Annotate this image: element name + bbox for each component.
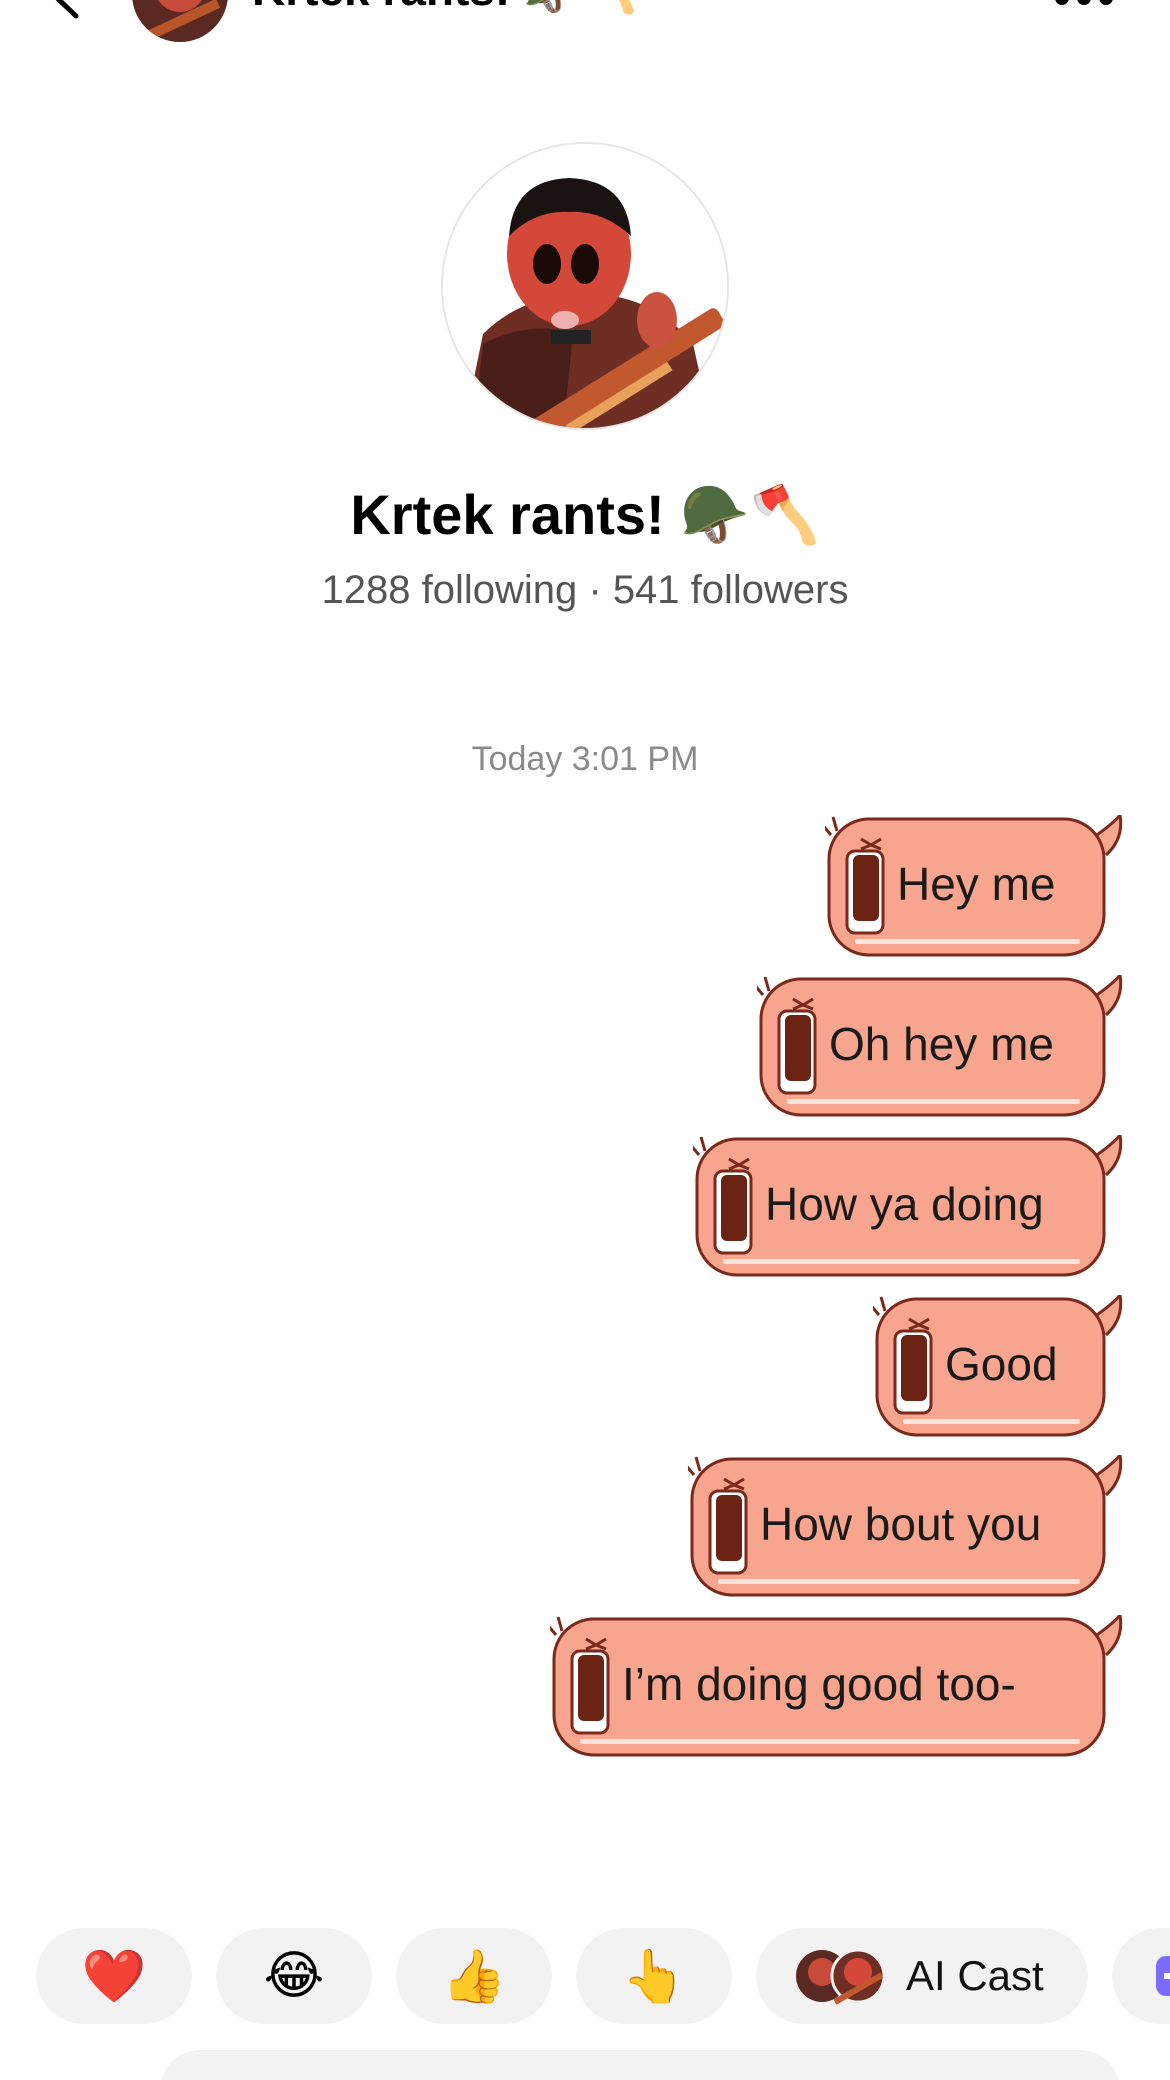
reaction-heart[interactable]: ❤️	[36, 1928, 192, 2024]
message-text: I’m doing good too-	[622, 1658, 1016, 1710]
message-bubble[interactable]: How ya doing	[693, 1135, 1130, 1281]
more-horizontal-icon	[1055, 0, 1113, 5]
pointing-up-icon: 👆	[621, 1946, 687, 2007]
message-bubble[interactable]: Good	[873, 1295, 1130, 1441]
reaction-laughing[interactable]: 😂	[216, 1928, 372, 2024]
message-text: Hey me	[897, 858, 1056, 910]
profile-name: Krtek rants! 🪖🪓	[350, 483, 820, 548]
message-timestamp: Today 3:01 PM	[471, 740, 699, 778]
stats-separator: ·	[588, 568, 602, 612]
message-bubble[interactable]: Oh hey me	[757, 975, 1130, 1121]
ai-cast-button[interactable]: AI Cast	[756, 1928, 1088, 2024]
message-bubble[interactable]: How bout you	[688, 1455, 1130, 1601]
back-button[interactable]	[40, 0, 90, 20]
laughing-face-icon: 😂	[263, 1946, 325, 2006]
reaction-pointing-up[interactable]: 👆	[576, 1928, 732, 2024]
profile-stats: 1288 following · 541 followers	[0, 568, 1170, 613]
heart-icon: ❤️	[81, 1946, 147, 2007]
ai-cast-label: AI Cast	[906, 1952, 1044, 1999]
more-reactions-button[interactable]	[1112, 1928, 1170, 2024]
message-text: How bout you	[760, 1498, 1042, 1550]
thumbs-up-icon: 👍	[441, 1946, 507, 2007]
chevron-left-icon	[55, 0, 79, 19]
following-count[interactable]: 1288 following	[321, 568, 577, 612]
ai-cast-avatars-icon	[796, 1948, 886, 2005]
header-title: Krtek rants! 🪖🪓	[252, 0, 638, 17]
message-text: Good	[945, 1338, 1058, 1390]
add-icon	[1156, 1956, 1170, 1996]
reaction-thumbs-up[interactable]: 👍	[396, 1928, 552, 2024]
followers-count[interactable]: 541 followers	[613, 568, 849, 612]
chat-header: Krtek rants! 🪖🪓	[0, 0, 1170, 50]
message-bubble[interactable]: Hey me	[825, 815, 1130, 961]
message-text: How ya doing	[765, 1178, 1044, 1230]
message-bubble[interactable]: I’m doing good too-	[550, 1615, 1130, 1761]
message-text: Oh hey me	[829, 1018, 1054, 1070]
header-avatar[interactable]	[132, 0, 228, 42]
more-options-button[interactable]	[1052, 0, 1116, 8]
message-composer[interactable]	[160, 2050, 1120, 2080]
chat-screen: Krtek rants! 🪖🪓 1288 following · 541 fol…	[0, 0, 1170, 2080]
profile-avatar[interactable]	[441, 142, 729, 430]
